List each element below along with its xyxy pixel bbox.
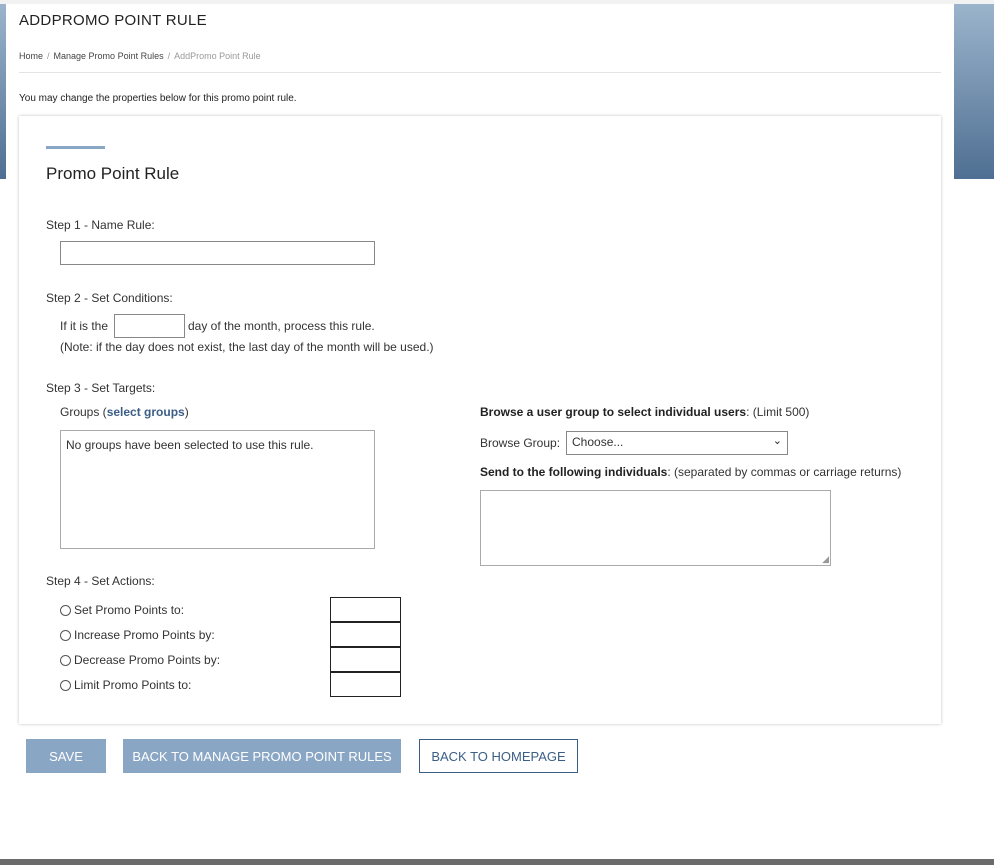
action-label: Set Promo Points to:	[74, 603, 185, 617]
selected-groups-box: No groups have been selected to use this…	[60, 430, 375, 549]
card-title: Promo Point Rule	[46, 164, 180, 183]
browse-user-group-rest: : (Limit 500)	[746, 405, 810, 419]
browse-group-select[interactable]: Choose... ⌄	[566, 431, 788, 455]
groups-label-text: Groups (	[60, 405, 107, 419]
groups-label-close: )	[184, 405, 189, 419]
browse-user-group-label: Browse a user group to select individual…	[480, 405, 809, 419]
groups-empty-text: No groups have been selected to use this…	[66, 438, 314, 452]
send-individuals-rest: : (separated by commas or carriage retur…	[667, 465, 902, 479]
action-limit-radio-row[interactable]: Limit Promo Points to:	[60, 678, 191, 692]
breadcrumb: Home / Manage Promo Point Rules / AddPromo P…	[19, 51, 261, 61]
left-decorative-strip	[0, 4, 6, 179]
rule-name-input[interactable]	[60, 241, 375, 265]
increase-points-input[interactable]	[330, 622, 401, 647]
radio-button[interactable]	[60, 679, 71, 691]
condition-suffix: day of the month, process this rule.	[188, 319, 375, 333]
send-individuals-bold: Send to the following individuals	[480, 465, 668, 479]
breadcrumb-manage-promo-point-rules[interactable]: Manage Promo Point Rules	[54, 51, 164, 61]
back-to-manage-button[interactable]: BACK TO MANAGE PROMO POINT RULES	[123, 739, 401, 773]
day-of-month-input[interactable]	[114, 314, 185, 338]
send-individuals-label: Send to the following individuals: (sepa…	[480, 465, 901, 479]
action-label: Limit Promo Points to:	[74, 678, 192, 692]
condition-prefix: If it is the	[60, 319, 109, 333]
radio-button[interactable]	[60, 604, 71, 616]
step2-label: Step 2 - Set Conditions:	[46, 291, 173, 305]
browse-group-label: Browse Group:	[480, 436, 561, 450]
action-decrease-radio-row[interactable]: Decrease Promo Points by:	[60, 653, 220, 667]
step4-label: Step 4 - Set Actions:	[46, 574, 155, 588]
bottom-bar	[0, 859, 994, 865]
step3-label: Step 3 - Set Targets:	[46, 381, 156, 395]
right-decorative-strip	[954, 4, 994, 179]
radio-button[interactable]	[60, 654, 71, 666]
card-accent-line	[46, 146, 105, 149]
limit-points-input[interactable]	[330, 672, 401, 697]
set-points-input[interactable]	[330, 597, 401, 622]
condition-note: (Note: if the day does not exist, the la…	[60, 340, 434, 354]
promo-rule-card: Promo Point Rule Step 1 - Name Rule: Ste…	[19, 116, 941, 724]
action-label: Increase Promo Points by:	[74, 628, 215, 642]
page-title: ADDPROMO POINT RULE	[19, 12, 207, 29]
browse-user-group-bold: Browse a user group to select individual…	[480, 405, 747, 419]
action-increase-radio-row[interactable]: Increase Promo Points by:	[60, 628, 215, 642]
save-button[interactable]: SAVE	[26, 739, 106, 773]
back-to-homepage-button[interactable]: BACK TO HOMEPAGE	[419, 739, 578, 773]
breadcrumb-home[interactable]: Home	[19, 51, 43, 61]
groups-label: Groups (select groups)	[60, 405, 189, 419]
top-border	[0, 0, 994, 4]
action-label: Decrease Promo Points by:	[74, 653, 221, 667]
individuals-textarea[interactable]: ◢	[480, 490, 831, 566]
chevron-down-icon: ⌄	[772, 435, 782, 447]
resize-grip-icon[interactable]: ◢	[822, 554, 829, 565]
select-groups-link[interactable]: select groups	[107, 405, 185, 419]
decrease-points-input[interactable]	[330, 647, 401, 672]
header-divider	[19, 72, 941, 73]
breadcrumb-separator: /	[47, 51, 50, 61]
radio-button[interactable]	[60, 629, 71, 641]
browse-group-selected-value: Choose...	[572, 435, 624, 449]
breadcrumb-current: AddPromo Point Rule	[174, 51, 261, 61]
breadcrumb-separator: /	[167, 51, 171, 61]
step1-label: Step 1 - Name Rule:	[46, 218, 155, 232]
intro-text: You may change the properties below for …	[19, 93, 297, 104]
action-set-radio-row[interactable]: Set Promo Points to:	[60, 603, 184, 617]
